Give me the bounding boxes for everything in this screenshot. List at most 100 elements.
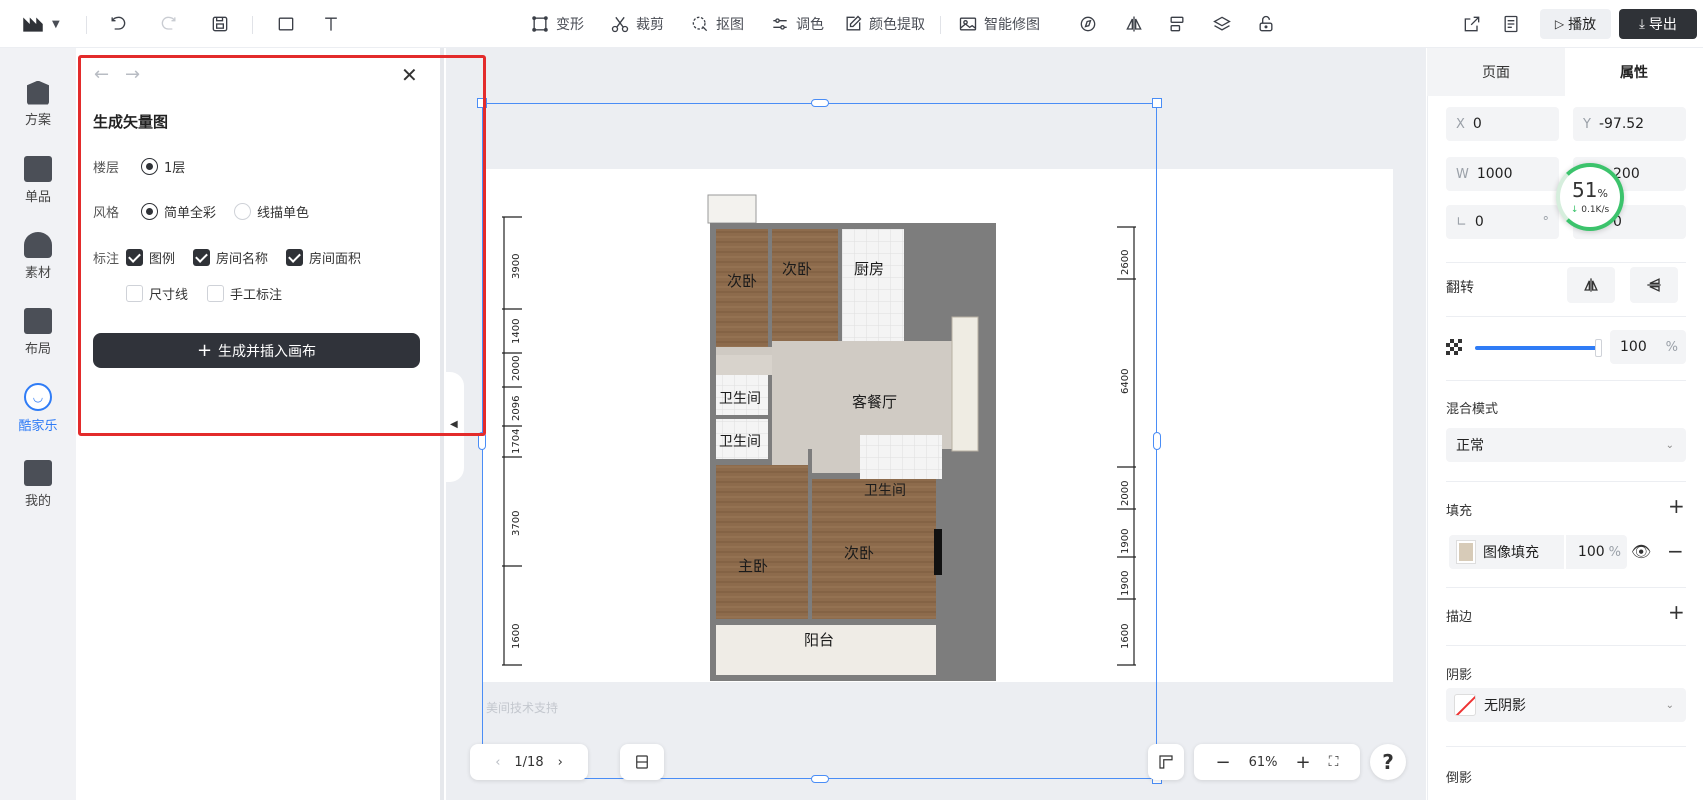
flip-icon [1126,16,1142,32]
crop-label: 裁剪 [636,17,664,33]
export-label: 导出 [1648,17,1677,33]
nav-item-product[interactable]: 单品 [0,146,76,214]
opacity-icon [1446,339,1462,355]
nav-item-layout[interactable]: 布局 [0,298,76,366]
share-icon [1464,16,1480,32]
divider [1446,380,1686,381]
opacity-slider-thumb[interactable] [1595,339,1602,357]
export-button[interactable]: ⤓ 导出 [1619,9,1697,39]
image-fill-thumbnail [1457,541,1475,563]
blend-mode-select[interactable]: 正常 ⌄ [1446,428,1686,462]
nav-label: 酷家乐 [18,418,58,434]
x-value: 0 [1472,116,1482,132]
undo-button[interactable] [108,0,128,48]
y-label: Y [1583,116,1591,132]
shadow-select[interactable]: 无阴影 ⌄ [1446,688,1686,722]
add-fill-icon[interactable]: + [1668,494,1685,518]
blend-mode-value: 正常 [1456,438,1484,454]
transform-button[interactable]: 变形 [530,0,584,48]
align-icon [1170,16,1184,32]
save-button[interactable] [210,0,230,48]
y-field[interactable]: Y -97.52 [1573,107,1686,141]
lock-button[interactable] [1256,0,1276,48]
adjust-color-button[interactable]: 调色 [770,0,824,48]
angle-field[interactable]: ∟ 0 ° [1446,205,1559,239]
redo-icon [161,16,176,30]
y-value: -97.52 [1598,116,1645,132]
resize-handle-tr[interactable] [1152,98,1162,108]
play-button[interactable]: ▷ 播放 [1540,9,1611,39]
eye-icon[interactable]: 👁 [1631,542,1651,561]
app-logo-menu[interactable]: ▼ [20,0,60,48]
rectangle-icon [278,17,294,31]
top-toolbar: ▼ 变形 裁剪 抠图 调色 颜色提取 智能修图 ▷ 播放 ⤓ 导出 [0,0,1703,48]
remove-fill-icon[interactable]: − [1667,539,1684,563]
flip-vertical-button[interactable] [1630,267,1678,303]
unlock-icon [1259,15,1273,32]
network-percent: 51 [1572,178,1598,202]
layers-icon [1213,16,1231,31]
nav-item-kujiale[interactable]: ◡ 酷家乐 [0,374,76,442]
ruler-button[interactable] [1148,744,1184,780]
highlight-frame [78,55,486,436]
fit-screen-icon[interactable]: ⛶ [1329,754,1339,770]
resize-handle-bottom[interactable] [811,775,829,783]
fill-type: 图像填充 [1483,545,1539,561]
network-speed-widget[interactable]: 51% ↓ 0.1K/s [1556,163,1624,231]
kujiale-icon: ◡ [24,382,52,411]
plus-icon[interactable]: + [1296,752,1311,773]
pages-button[interactable] [620,744,664,780]
flip-button[interactable] [1124,0,1144,48]
resize-handle-top[interactable] [811,99,829,107]
angle-icon: ∟ [1456,214,1467,230]
layout-icon [24,307,52,334]
compass-button[interactable] [1078,0,1098,48]
flip-horizontal-button[interactable] [1567,267,1615,303]
tab-properties[interactable]: 属性 [1565,48,1703,96]
text-icon [325,17,337,31]
smart-retouch-button[interactable]: 智能修图 [958,0,1040,48]
help-button[interactable]: ? [1370,744,1406,780]
page-pager: ‹ 1/18 › [470,744,588,780]
w-field[interactable]: W 1000 [1446,157,1559,191]
nav-item-scheme[interactable]: 方案 [0,70,76,138]
cutout-button[interactable]: 抠图 [690,0,744,48]
color-extract-button[interactable]: 颜色提取 [843,0,925,48]
text-tool-button[interactable] [321,0,341,48]
download-arrow-icon: ↓ [1570,205,1579,215]
align-button[interactable] [1167,0,1187,48]
zoom-level[interactable]: 61% [1249,755,1278,770]
opacity-slider-track[interactable] [1475,346,1599,350]
crop-button[interactable]: 裁剪 [610,0,664,48]
opacity-field[interactable]: 100% [1610,330,1686,364]
fill-item[interactable]: 图像填充 100% [1449,535,1627,569]
divider [940,16,941,34]
notes-button[interactable] [1501,0,1521,48]
resize-handle-right[interactable] [1153,432,1161,450]
shape-tool-button[interactable] [276,0,296,48]
no-shadow-icon [1454,694,1476,716]
nav-item-mine[interactable]: 我的 [0,450,76,518]
nav-item-material[interactable]: 素材 [0,222,76,290]
add-stroke-icon[interactable]: + [1668,600,1685,624]
chevron-left-icon[interactable]: ‹ [495,755,500,770]
redo-button[interactable] [159,0,179,48]
chevron-right-icon[interactable]: › [558,755,563,770]
x-label: X [1456,116,1465,132]
opacity-value: 100 [1620,339,1647,355]
network-percent-sign: % [1597,187,1608,200]
tab-page[interactable]: 页面 [1427,48,1565,96]
share-button[interactable] [1462,0,1482,48]
divider [1446,645,1686,646]
selection-box[interactable] [482,103,1157,779]
play-icon: ▷ [1554,17,1565,31]
scheme-icon [27,80,49,105]
layers-button[interactable] [1212,0,1232,48]
divider [86,16,87,34]
divider [1446,587,1686,588]
nav-label: 方案 [24,112,51,128]
minus-icon[interactable]: − [1216,752,1231,773]
network-speed: 0.1K/s [1581,205,1610,215]
x-field[interactable]: X0 [1446,107,1559,141]
scissors-icon [611,16,629,33]
